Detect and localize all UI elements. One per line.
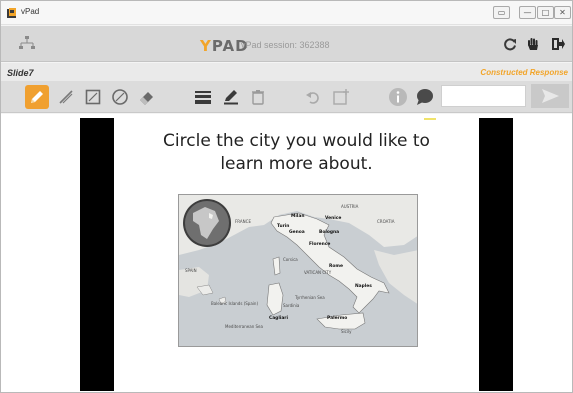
label-mediterranean: Mediterranean Sea <box>225 324 264 329</box>
window-title: vPad <box>21 7 40 16</box>
label-tyrrhenian: Tyrrhenian Sea <box>294 295 325 300</box>
city-venice[interactable]: Venice <box>325 215 341 221</box>
circle-icon <box>112 89 128 105</box>
eraser-icon <box>140 92 153 105</box>
new-slide-icon <box>333 89 349 105</box>
city-turin[interactable]: Turin <box>277 223 289 229</box>
trash-icon <box>252 90 264 105</box>
send-button[interactable] <box>531 84 569 108</box>
undo-tool[interactable] <box>301 85 325 109</box>
exit-icon <box>552 38 565 50</box>
slide-prompt: Circle the city you would like to learn … <box>114 130 479 176</box>
circle-tool[interactable] <box>108 85 132 109</box>
hand-icon <box>528 38 538 50</box>
info-button[interactable] <box>386 85 410 109</box>
city-bologna[interactable]: Bologna <box>319 229 339 235</box>
rectangle-tool[interactable] <box>81 85 105 109</box>
line-weight-icon <box>195 91 211 104</box>
label-croatia: CROATIA <box>377 219 395 224</box>
label-vatican: VATICAN CITY <box>304 270 332 275</box>
refresh-button[interactable] <box>498 32 522 56</box>
city-florence[interactable]: Florence <box>309 241 330 247</box>
raise-hand-button[interactable] <box>521 32 545 56</box>
color-pen-icon <box>224 90 238 105</box>
restore-window-button[interactable]: ▭ <box>493 6 510 19</box>
refresh-icon <box>504 38 516 51</box>
city-genoa[interactable]: Genoa <box>289 229 305 235</box>
drawing-toolbar <box>1 81 572 113</box>
restore-icon: ▭ <box>497 8 506 17</box>
letterbox-right <box>479 118 513 391</box>
label-balearic: Balearic Islands (Spain) <box>211 301 258 306</box>
city-milan[interactable]: Milan <box>291 213 304 219</box>
label-sicily: Sicily <box>341 329 352 334</box>
city-rome[interactable]: Rome <box>329 263 343 269</box>
chat-message-input[interactable] <box>441 85 526 107</box>
label-france: FRANCE <box>235 219 251 224</box>
slide-prompt-line-2: learn more about. <box>220 154 373 174</box>
rectangle-icon <box>85 89 101 105</box>
new-slide-tool[interactable] <box>329 85 353 109</box>
undo-icon <box>306 92 319 104</box>
city-cagliari[interactable]: Cagliari <box>269 315 288 321</box>
letterbox-left <box>80 118 114 391</box>
session-id: vPad session: 362388 <box>241 40 330 50</box>
response-type-label: Constructed Response <box>480 68 568 77</box>
maximize-button[interactable]: □ <box>537 6 554 19</box>
slide-info-bar: Slide7 Constructed Response <box>1 63 572 81</box>
city-naples[interactable]: Naples <box>355 283 372 289</box>
italy-map[interactable]: FRANCE AUSTRIA CROATIA SPAIN VATICAN CIT… <box>178 194 418 347</box>
minimize-button[interactable]: — <box>519 6 536 19</box>
slide-name: Slide7 <box>7 68 34 78</box>
pen-color-tool[interactable] <box>219 85 243 109</box>
network-icon[interactable] <box>18 35 36 53</box>
city-palermo[interactable]: Palermo <box>327 315 347 321</box>
title-bar: vPad ▭ — □ ✕ <box>1 1 572 25</box>
line-weight-tool[interactable] <box>191 85 215 109</box>
pencil-icon <box>31 91 43 103</box>
eraser-tool[interactable] <box>135 85 159 109</box>
vpad-window: vPad ▭ — □ ✕ YPAD vPad session: 362388 S… <box>0 0 573 393</box>
slide-marker <box>424 118 436 120</box>
close-button[interactable]: ✕ <box>554 6 571 19</box>
clear-tool[interactable] <box>246 85 270 109</box>
label-spain: SPAIN <box>185 268 197 273</box>
chat-button[interactable] <box>412 85 436 109</box>
pencil-tool[interactable] <box>25 85 49 109</box>
slide-prompt-line-1: Circle the city you would like to <box>163 131 430 151</box>
info-icon <box>389 88 407 106</box>
close-icon: ✕ <box>559 8 566 17</box>
send-icon <box>542 89 559 103</box>
label-sardinia: Sardinia <box>283 303 300 308</box>
maximize-icon: □ <box>541 8 550 17</box>
exit-button[interactable] <box>546 32 570 56</box>
vpad-app-icon <box>7 8 16 18</box>
minimize-icon: — <box>523 8 532 17</box>
chat-icon <box>417 89 433 105</box>
line-tool[interactable] <box>54 85 78 109</box>
label-austria: AUSTRIA <box>341 204 359 209</box>
app-header: YPAD vPad session: 362388 <box>1 26 572 62</box>
line-icon <box>59 90 73 104</box>
label-corsica: Corsica <box>283 257 298 262</box>
italy-map-graphic: FRANCE AUSTRIA CROATIA SPAIN VATICAN CIT… <box>179 195 417 346</box>
